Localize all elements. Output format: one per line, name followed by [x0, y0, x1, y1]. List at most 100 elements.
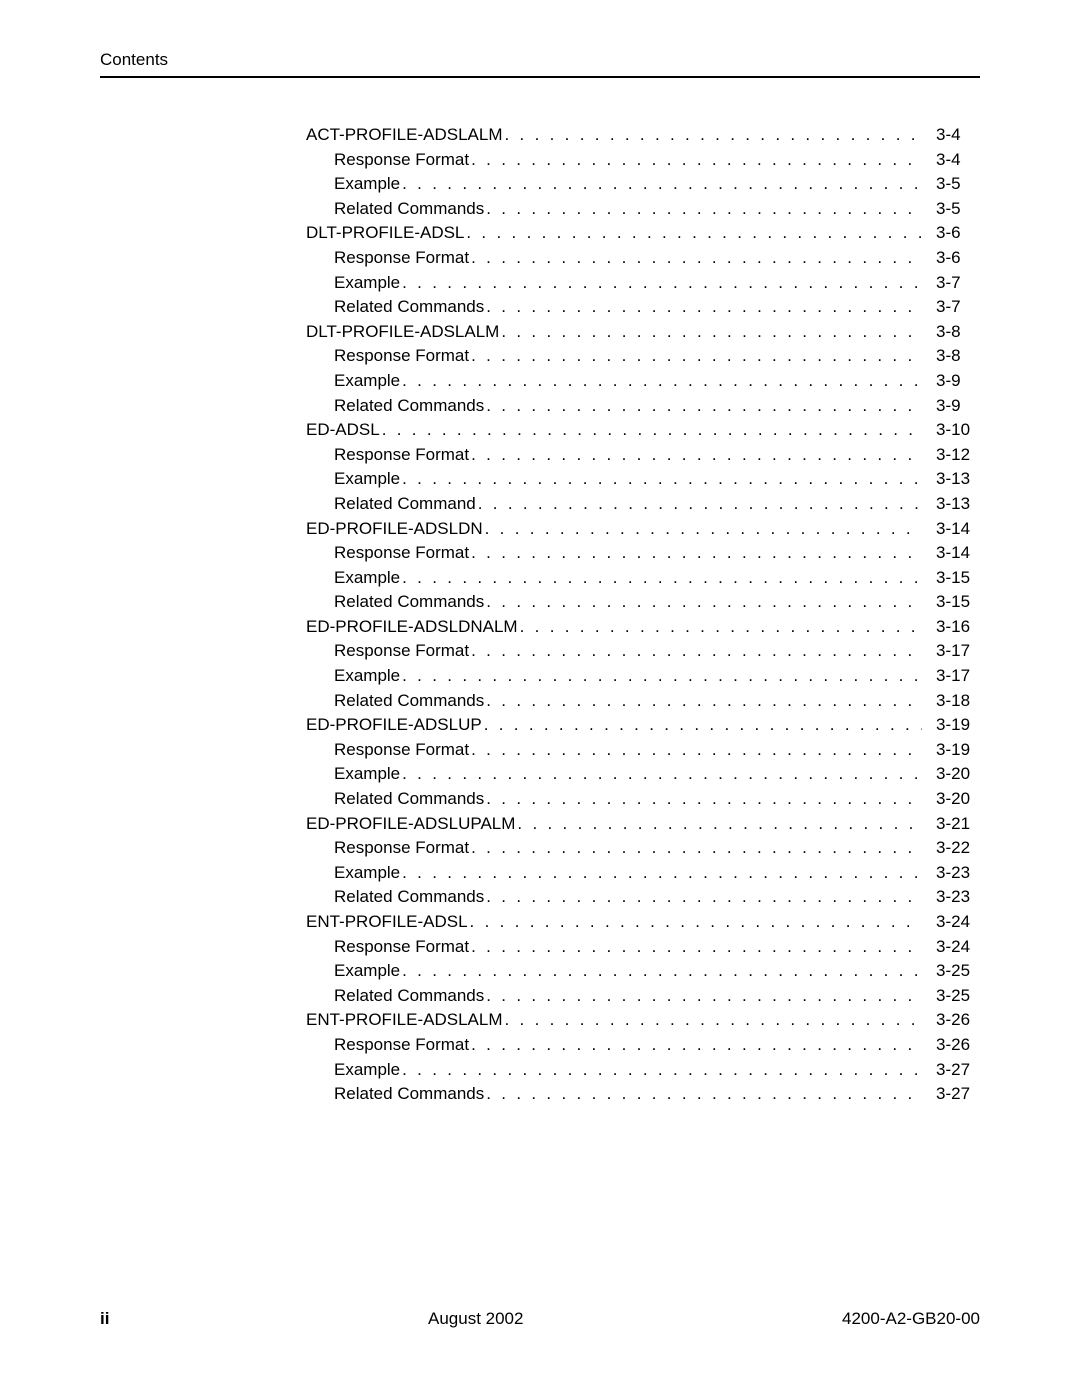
toc-entry: Related Commands3-23 — [306, 888, 980, 905]
toc-entry-page: 3-17 — [922, 667, 980, 684]
toc-entry-label: ED-PROFILE-ADSLUPALM — [306, 815, 515, 832]
toc-entry-page: 3-6 — [922, 249, 980, 266]
toc-entry-page: 3-20 — [922, 765, 980, 782]
toc-entry-page: 3-12 — [922, 446, 980, 463]
toc-entry-page: 3-19 — [922, 741, 980, 758]
header-rule — [100, 76, 980, 78]
toc-entry-page: 3-9 — [922, 397, 980, 414]
toc-leader-dots — [469, 839, 922, 856]
toc-entry-label: ED-PROFILE-ADSLDN — [306, 520, 483, 537]
toc-leader-dots — [469, 446, 922, 463]
toc-leader-dots — [476, 495, 922, 512]
toc-entry: ED-PROFILE-ADSLDNALM3-16 — [306, 618, 980, 635]
toc-entry-label: ENT-PROFILE-ADSLALM — [306, 1011, 503, 1028]
toc-entry: Example3-15 — [306, 569, 980, 586]
toc-entry-label: Example — [306, 864, 400, 881]
toc-leader-dots — [484, 593, 922, 610]
toc-entry: ENT-PROFILE-ADSL 3-24 — [306, 913, 980, 930]
toc-leader-dots — [400, 470, 922, 487]
toc-entry-label: Example — [306, 274, 400, 291]
footer-right: 4200-A2-GB20-00 — [842, 1309, 980, 1329]
toc-entry-label: Example — [306, 667, 400, 684]
toc-entry-page: 3-9 — [922, 372, 980, 389]
toc-entry-label: ENT-PROFILE-ADSL — [306, 913, 468, 930]
toc-entry: DLT-PROFILE-ADSL3-6 — [306, 224, 980, 241]
toc-entry-page: 3-8 — [922, 323, 980, 340]
toc-leader-dots — [400, 765, 922, 782]
toc-entry-label: Example — [306, 175, 400, 192]
toc-entry: Related Commands3-25 — [306, 987, 980, 1004]
toc-entry-page: 3-7 — [922, 298, 980, 315]
toc-entry-label: Response Format — [306, 544, 469, 561]
toc-entry-page: 3-7 — [922, 274, 980, 291]
toc-leader-dots — [482, 716, 922, 733]
toc-entry: Related Commands3-15 — [306, 593, 980, 610]
toc-entry: Example 3-17 — [306, 667, 980, 684]
toc-leader-dots — [469, 741, 922, 758]
toc-entry-label: Related Commands — [306, 790, 484, 807]
toc-entry-label: ED-PROFILE-ADSLUP — [306, 716, 482, 733]
toc-entry-label: Response Format — [306, 347, 469, 364]
toc-leader-dots — [499, 323, 922, 340]
toc-entry: ED-PROFILE-ADSLUP 3-19 — [306, 716, 980, 733]
toc-entry-label: ACT-PROFILE-ADSLALM — [306, 126, 503, 143]
toc-entry: Example 3-5 — [306, 175, 980, 192]
toc-entry: ED-PROFILE-ADSLDN 3-14 — [306, 520, 980, 537]
toc-entry-label: Example — [306, 1061, 400, 1078]
toc-entry-page: 3-24 — [922, 938, 980, 955]
toc-entry: ED-ADSL 3-10 — [306, 421, 980, 438]
toc-entry-label: Response Format — [306, 446, 469, 463]
toc-leader-dots — [484, 888, 922, 905]
toc-entry-label: Related Commands — [306, 593, 484, 610]
toc-entry-page: 3-26 — [922, 1011, 980, 1028]
toc-entry-page: 3-26 — [922, 1036, 980, 1053]
toc-entry-label: ED-ADSL — [306, 421, 380, 438]
toc-entry: Example 3-27 — [306, 1061, 980, 1078]
toc-leader-dots — [400, 175, 922, 192]
toc-entry-page: 3-17 — [922, 642, 980, 659]
toc-leader-dots — [400, 864, 922, 881]
toc-entry-page: 3-19 — [922, 716, 980, 733]
toc-entry-label: Related Commands — [306, 987, 484, 1004]
toc-entry-label: Example — [306, 765, 400, 782]
toc-entry: Related Commands3-18 — [306, 692, 980, 709]
toc-entry-label: ED-PROFILE-ADSLDNALM — [306, 618, 518, 635]
toc-entry: Response Format 3-17 — [306, 642, 980, 659]
toc-entry: ACT-PROFILE-ADSLALM 3-4 — [306, 126, 980, 143]
toc-leader-dots — [400, 667, 922, 684]
toc-entry-page: 3-4 — [922, 126, 980, 143]
toc-entry-label: Response Format — [306, 642, 469, 659]
toc-entry-page: 3-14 — [922, 544, 980, 561]
toc-entry-label: Response Format — [306, 151, 469, 168]
toc-leader-dots — [515, 815, 922, 832]
toc-entry-label: Example — [306, 569, 400, 586]
toc-leader-dots — [503, 126, 923, 143]
footer-page-number: ii — [100, 1309, 109, 1329]
toc-entry: Response Format 3-14 — [306, 544, 980, 561]
toc-entry: Response Format3-4 — [306, 151, 980, 168]
toc-entry-page: 3-27 — [922, 1061, 980, 1078]
toc-entry: Response Format 3-12 — [306, 446, 980, 463]
toc-entry: Example3-9 — [306, 372, 980, 389]
toc-entry-page: 3-14 — [922, 520, 980, 537]
toc-leader-dots — [469, 938, 922, 955]
toc-entry-label: Related Command — [306, 495, 476, 512]
toc-leader-dots — [464, 224, 922, 241]
toc-entry-label: Response Format — [306, 938, 469, 955]
toc-entry-page: 3-5 — [922, 200, 980, 217]
toc-entry-page: 3-5 — [922, 175, 980, 192]
running-header: Contents — [100, 50, 980, 70]
toc-entry-label: DLT-PROFILE-ADSLALM — [306, 323, 499, 340]
toc-entry-page: 3-24 — [922, 913, 980, 930]
toc-leader-dots — [484, 692, 922, 709]
toc-entry-page: 3-10 — [922, 421, 980, 438]
toc-leader-dots — [484, 790, 922, 807]
toc-leader-dots — [484, 298, 922, 315]
toc-leader-dots — [469, 249, 922, 266]
toc-leader-dots — [484, 987, 922, 1004]
toc-leader-dots — [484, 397, 922, 414]
toc-entry-page: 3-23 — [922, 888, 980, 905]
toc-leader-dots — [400, 569, 922, 586]
toc-entry-page: 3-13 — [922, 495, 980, 512]
toc-entry: Response Format3-6 — [306, 249, 980, 266]
